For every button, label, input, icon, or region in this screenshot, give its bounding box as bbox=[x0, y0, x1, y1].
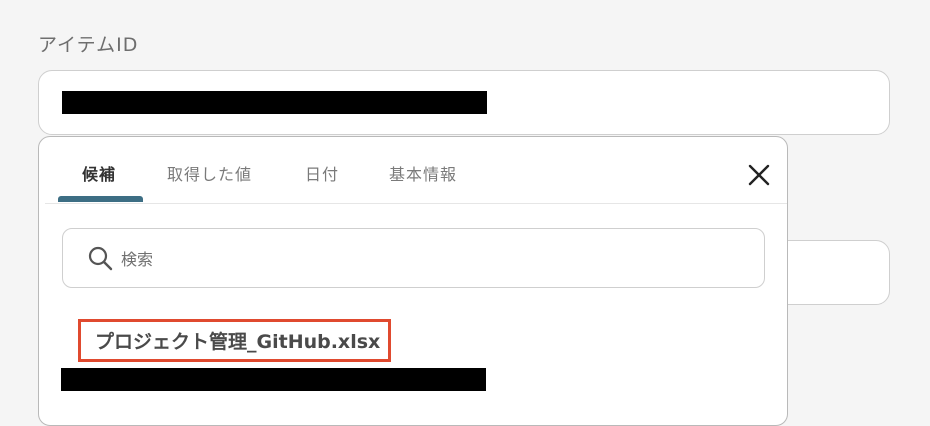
tab-bar: 候補 取得した値 日付 基本情報 bbox=[45, 137, 787, 204]
search-box[interactable] bbox=[62, 228, 765, 288]
candidate-item[interactable]: プロジェクト管理_GitHub.xlsx bbox=[78, 319, 392, 362]
tab-retrieved-values[interactable]: 取得した値 bbox=[167, 161, 252, 185]
active-tab-indicator bbox=[58, 196, 143, 202]
tab-candidates[interactable]: 候補 bbox=[82, 161, 116, 185]
tab-date[interactable]: 日付 bbox=[305, 161, 339, 185]
search-input[interactable] bbox=[119, 243, 723, 275]
redacted-value bbox=[62, 91, 487, 114]
redacted-value bbox=[61, 368, 486, 391]
close-icon[interactable] bbox=[745, 161, 773, 189]
item-id-label: アイテムID bbox=[38, 34, 139, 56]
tab-basic-info[interactable]: 基本情報 bbox=[389, 161, 457, 185]
search-icon bbox=[87, 245, 113, 271]
